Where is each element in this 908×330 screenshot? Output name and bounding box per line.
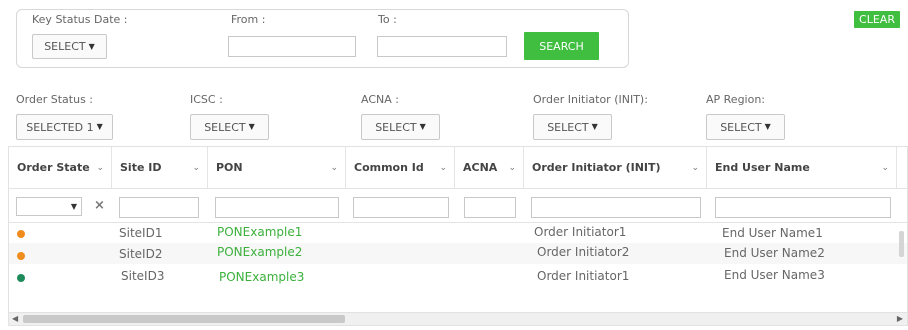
- column-header-pon[interactable]: PON ⌄: [208, 147, 346, 188]
- site-id-filter-input[interactable]: [119, 197, 199, 218]
- icsc-select[interactable]: SELECT ▼: [190, 114, 269, 140]
- table-row[interactable]: SiteID3 PONExample3 Order Initiator1 End…: [9, 264, 907, 288]
- pon-filter-input[interactable]: [215, 197, 339, 218]
- column-header-order-state[interactable]: Order State ⌄: [9, 147, 112, 188]
- caret-down-icon: ▼: [248, 122, 255, 131]
- ap-region-label: AP Region:: [706, 93, 766, 106]
- column-header-common-id[interactable]: Common Id ⌄: [346, 147, 455, 188]
- to-label: To :: [378, 13, 397, 26]
- column-filter-row: ▼ ×: [9, 188, 907, 223]
- order-state-indicator: [17, 274, 25, 282]
- column-header-acna[interactable]: ACNA ⌄: [455, 147, 524, 188]
- pon-cell[interactable]: PONExample1: [217, 225, 302, 239]
- key-status-date-select-label: SELECT: [44, 40, 86, 53]
- order-initiator-select-label: SELECT: [547, 120, 589, 134]
- icsc-label: ICSC :: [190, 93, 223, 106]
- table-row[interactable]: SiteID2 PONExample2 Order Initiator2 End…: [9, 243, 907, 264]
- end-user-name-cell: End User Name1: [722, 226, 823, 240]
- orders-grid: Order State ⌄ Site ID ⌄ PON ⌄ Common Id …: [8, 146, 908, 326]
- chevron-down-icon[interactable]: ⌄: [881, 163, 889, 173]
- acna-select-label: SELECT: [375, 120, 417, 134]
- chevron-down-icon[interactable]: ⌄: [330, 163, 338, 173]
- column-header-order-initiator[interactable]: Order Initiator (INIT) ⌄: [524, 147, 707, 188]
- caret-down-icon: ▼: [419, 122, 426, 131]
- clear-button[interactable]: CLEAR: [854, 11, 900, 28]
- acna-filter-label: ACNA :: [361, 93, 399, 106]
- column-header-label: Order Initiator (INIT): [532, 161, 661, 174]
- order-initiator-filter-label: Order Initiator (INIT):: [533, 93, 648, 106]
- column-header-label: End User Name: [715, 161, 810, 174]
- caret-down-icon: ▼: [70, 202, 77, 211]
- caret-down-icon: ▼: [764, 122, 771, 131]
- chevron-down-icon[interactable]: ⌄: [439, 163, 447, 173]
- vertical-scrollbar-thumb[interactable]: [899, 231, 904, 257]
- site-id-cell: SiteID3: [121, 269, 165, 283]
- order-initiator-cell: Order Initiator1: [534, 225, 627, 239]
- ap-region-select[interactable]: SELECT ▼: [706, 114, 785, 140]
- order-state-indicator: [17, 230, 25, 238]
- from-date-input[interactable]: [228, 36, 356, 57]
- from-label: From :: [231, 13, 266, 26]
- column-header-label: Common Id: [354, 161, 424, 174]
- end-user-name-filter-input[interactable]: [715, 197, 891, 218]
- chevron-down-icon[interactable]: ⌄: [691, 163, 699, 173]
- site-id-cell: SiteID1: [119, 226, 163, 240]
- search-button[interactable]: SEARCH: [524, 32, 599, 60]
- close-icon[interactable]: ×: [94, 198, 105, 213]
- table-row[interactable]: SiteID1 PONExample1 Order Initiator1 End…: [9, 222, 907, 243]
- end-user-name-cell: End User Name3: [724, 268, 825, 282]
- icsc-select-label: SELECT: [204, 120, 246, 134]
- column-header-label: PON: [216, 161, 243, 174]
- common-id-filter-input[interactable]: [353, 197, 449, 218]
- acna-filter-input[interactable]: [464, 197, 516, 218]
- order-status-select-label: SELECTED 1: [26, 120, 94, 134]
- scroll-left-icon[interactable]: ◀: [12, 314, 18, 323]
- key-status-date-select[interactable]: SELECT ▼: [32, 34, 107, 59]
- chevron-down-icon[interactable]: ⌄: [508, 163, 516, 173]
- order-status-select[interactable]: SELECTED 1 ▼: [16, 114, 113, 140]
- caret-down-icon: ▼: [591, 122, 598, 131]
- order-status-label: Order Status :: [16, 93, 94, 106]
- chevron-down-icon[interactable]: ⌄: [192, 163, 200, 173]
- scroll-right-icon[interactable]: ▶: [897, 314, 903, 323]
- acna-select[interactable]: SELECT ▼: [361, 114, 440, 140]
- caret-down-icon: ▼: [96, 122, 103, 131]
- order-initiator-cell: Order Initiator2: [537, 245, 630, 259]
- column-header-label: Order State: [17, 161, 90, 174]
- horizontal-scrollbar[interactable]: ◀ ▶: [9, 312, 907, 325]
- column-header-label: ACNA: [463, 161, 498, 174]
- horizontal-scrollbar-thumb[interactable]: [23, 315, 345, 323]
- order-initiator-filter-input[interactable]: [531, 197, 701, 218]
- end-user-name-cell: End User Name2: [724, 246, 825, 260]
- key-status-date-label: Key Status Date :: [32, 13, 128, 26]
- order-state-filter-select[interactable]: ▼: [16, 197, 82, 216]
- chevron-down-icon[interactable]: ⌄: [96, 163, 104, 173]
- pon-cell[interactable]: PONExample2: [217, 245, 302, 259]
- caret-down-icon: ▼: [88, 41, 95, 51]
- order-initiator-cell: Order Initiator1: [537, 269, 630, 283]
- column-header-end-user-name[interactable]: End User Name ⌄: [707, 147, 897, 188]
- order-state-indicator: [17, 252, 25, 260]
- pon-cell[interactable]: PONExample3: [219, 270, 304, 284]
- column-header-site-id[interactable]: Site ID ⌄: [112, 147, 208, 188]
- column-header-label: Site ID: [120, 161, 162, 174]
- site-id-cell: SiteID2: [119, 247, 163, 261]
- to-date-input[interactable]: [377, 36, 507, 57]
- ap-region-select-label: SELECT: [720, 120, 762, 134]
- order-initiator-select[interactable]: SELECT ▼: [533, 114, 612, 140]
